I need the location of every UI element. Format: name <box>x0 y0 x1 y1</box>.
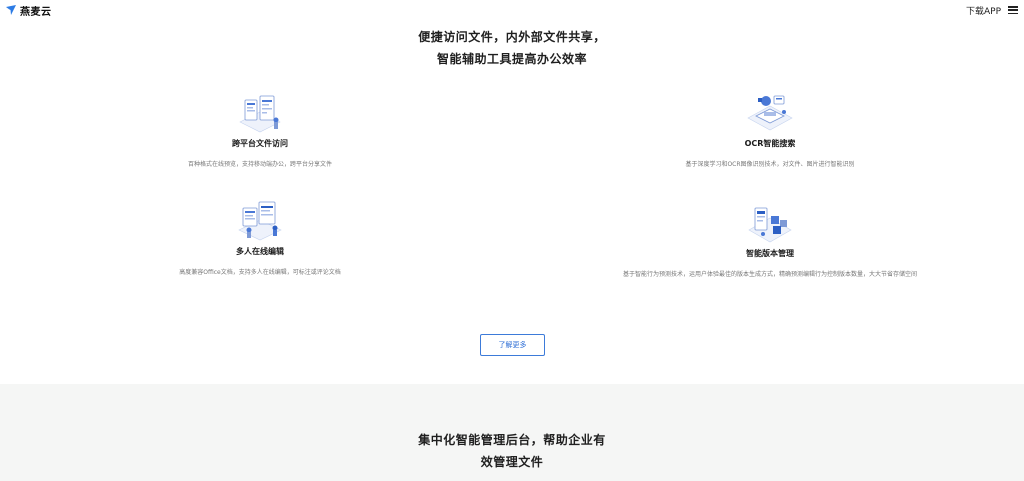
learn-more-button[interactable]: 了解更多 <box>480 334 545 356</box>
cross-platform-illustration-icon <box>239 95 281 133</box>
feature-title: 智能版本管理 <box>746 249 794 258</box>
feature-title: 多人在线编辑 <box>236 247 284 256</box>
header-actions: 下载APP <box>966 4 1018 17</box>
section2-title-line2: 效管理文件 <box>480 455 544 469</box>
brand-name: 燕麦云 <box>20 6 52 18</box>
feature-version-management: 智能版本管理 基于智能行为预测技术，运用户体验最佳的版本生成方式，精确预测编辑行… <box>570 202 970 278</box>
feature-title: 跨平台文件访问 <box>232 139 288 148</box>
ocr-search-illustration-icon <box>747 95 793 131</box>
feature-title: OCR智能搜索 <box>744 139 796 148</box>
swallow-logo-icon <box>6 5 16 15</box>
feature-desc: 基于智能行为预测技术，运用户体验最佳的版本生成方式，精确预测编辑行为控制版本数量… <box>622 271 917 278</box>
feature-ocr-search: OCR智能搜索 基于深度学习和OCR图像识别技术，对文件、图片进行智能识别 <box>620 92 920 168</box>
hero-title-line1: 便捷访问文件，内外部文件共享， <box>418 30 606 44</box>
online-edit-illustration-icon <box>238 201 282 241</box>
management-section: 集中化智能管理后台，帮助企业有 效管理文件 <box>0 384 1024 481</box>
top-header: 燕麦云 下载APP <box>0 0 1024 20</box>
hamburger-menu-icon[interactable] <box>1008 6 1018 14</box>
hero-title-line2: 智能辅助工具提高办公效率 <box>436 52 587 66</box>
download-app-link[interactable]: 下载APP <box>966 4 1001 17</box>
feature-desc: 基于深度学习和OCR图像识别技术，对文件、图片进行智能识别 <box>685 161 855 168</box>
version-management-illustration-icon <box>748 207 792 243</box>
section2-title-line1: 集中化智能管理后台，帮助企业有 <box>418 433 606 447</box>
feature-desc: 高度兼容Office文档，支持多人在线编辑，可标注或评论文档 <box>179 269 341 276</box>
feature-cross-platform: 跨平台文件访问 百种格式在线预览，支持移动端办公，跨平台分享文件 <box>160 92 360 168</box>
feature-desc: 百种格式在线预览，支持移动端办公，跨平台分享文件 <box>187 161 332 168</box>
brand[interactable]: 燕麦云 <box>5 3 52 18</box>
feature-online-edit: 多人在线编辑 高度兼容Office文档，支持多人在线编辑，可标注或评论文档 <box>160 198 360 276</box>
